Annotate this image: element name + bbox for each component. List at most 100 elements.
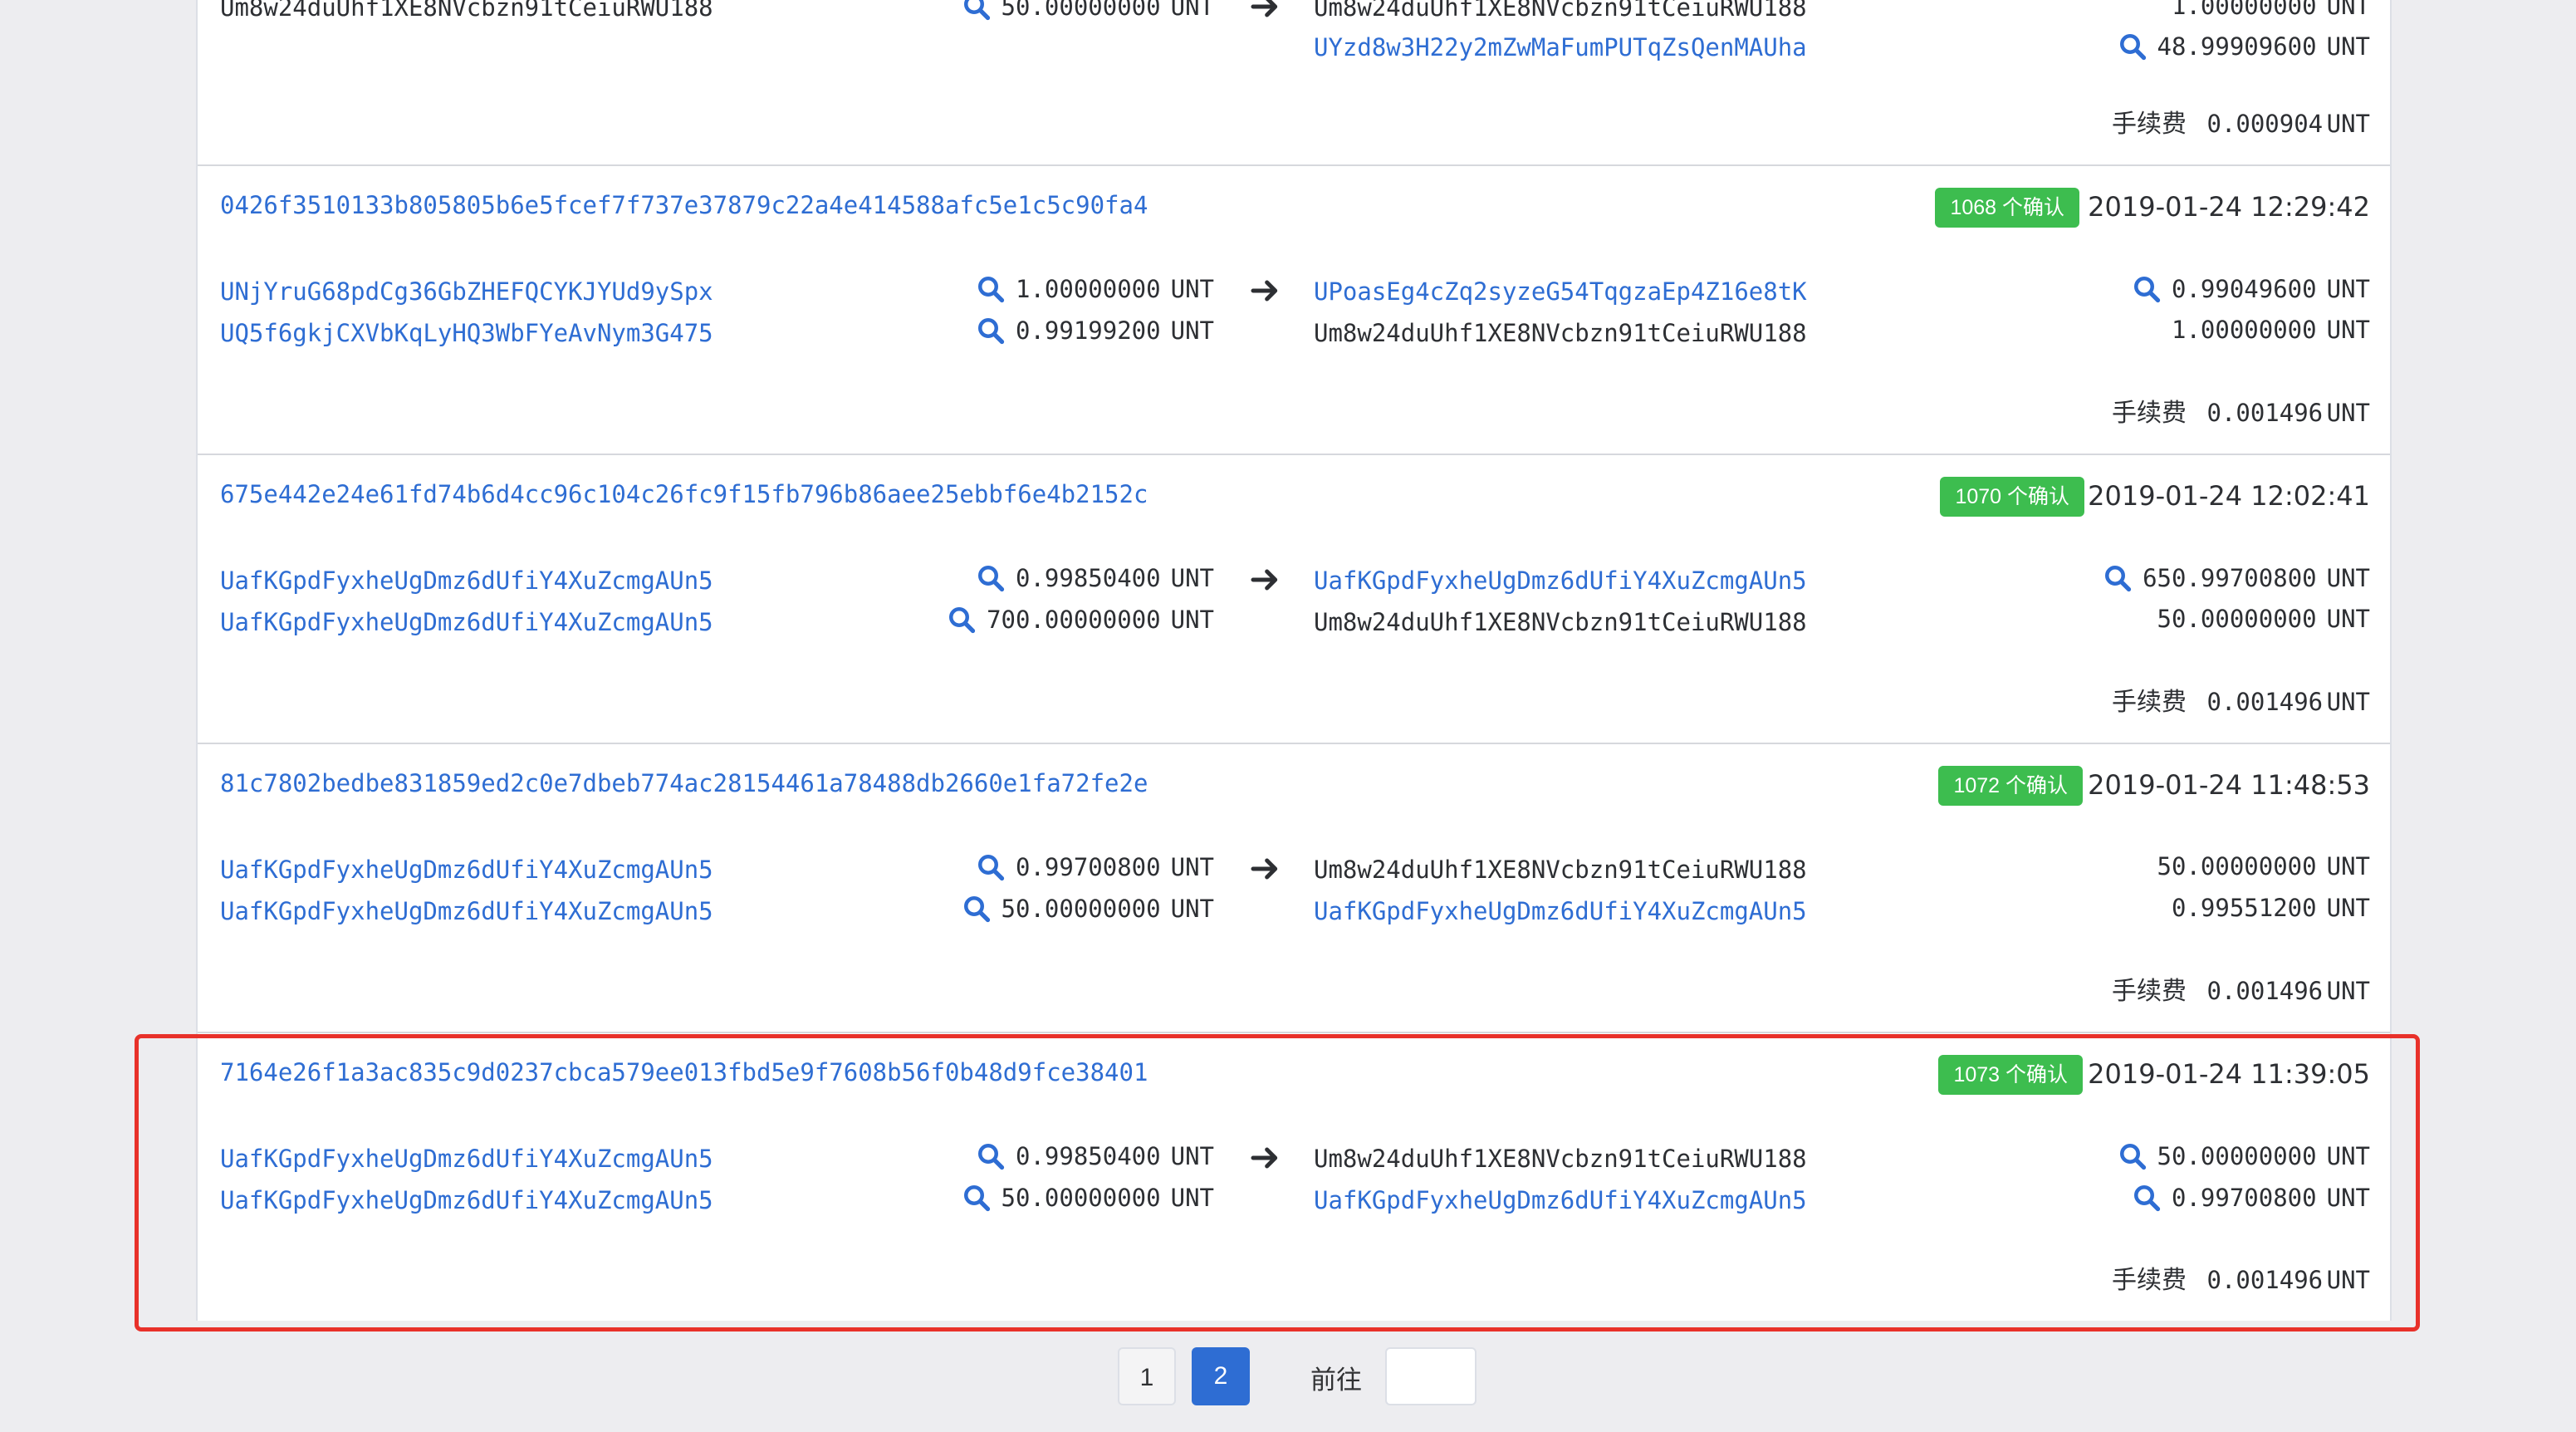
- input-amount: 1.00000000 UNT: [976, 274, 1214, 304]
- output-amount: 0.99049600 UNT: [2132, 274, 2370, 304]
- fee-value: 0.001496: [2206, 977, 2324, 1005]
- fee-value: 0.000904: [2206, 110, 2324, 138]
- currency-unit: UNT: [2326, 275, 2370, 303]
- input-amount: 50.00000000 UNT: [962, 0, 1214, 22]
- amount-value: 0.99700800: [1016, 853, 1161, 881]
- transaction-time: 2019-01-24 12:29:42: [2088, 191, 2370, 223]
- transaction-hash-link[interactable]: 0426f3510133b805805b6e5fcef7f737e37879c2…: [220, 191, 1148, 219]
- input-address-link[interactable]: UQ5f6gkjCXVbKqLyHQ3WbFYeAvNym3G475: [220, 319, 713, 347]
- amount-value: 1.00000000: [1016, 275, 1161, 303]
- page-1-button[interactable]: 1: [1118, 1347, 1176, 1405]
- input-amount: 700.00000000 UNT: [947, 605, 1214, 635]
- amount-value: 50.00000000: [1001, 895, 1161, 923]
- currency-unit: UNT: [2326, 605, 2370, 633]
- goto-label: 前往: [1310, 1366, 1362, 1395]
- output-amount: 1.00000000 UNT: [2172, 0, 2370, 20]
- currency-unit: UNT: [1170, 0, 1214, 21]
- fee-row: 手续费 0.001496 UNT: [2112, 681, 2370, 718]
- amount-value: 700.00000000: [987, 606, 1161, 634]
- highlight-box: [135, 1034, 2420, 1331]
- amount-value: 50.00000000: [1001, 0, 1161, 21]
- fee-value: 0.001496: [2206, 399, 2324, 427]
- output-address-link[interactable]: UafKGpdFyxheUgDmz6dUfiY4XuZcmgAUn5: [1314, 566, 1807, 595]
- input-amount: 0.99850400 UNT: [976, 563, 1214, 593]
- output-amount: 0.99551200 UNT: [2172, 894, 2370, 922]
- transaction-card: Um8w24duUhf1XE8NVcbzn91tCeiuRWU188 50.00…: [198, 0, 2390, 166]
- search-icon[interactable]: [2118, 32, 2147, 61]
- amount-value: 0.99199200: [1016, 316, 1161, 345]
- input-address-link[interactable]: UafKGpdFyxheUgDmz6dUfiY4XuZcmgAUn5: [220, 608, 713, 636]
- output-amount: 50.00000000 UNT: [2157, 852, 2370, 880]
- transaction-time: 2019-01-24 11:48:53: [2088, 769, 2370, 801]
- page-2-button[interactable]: 2: [1192, 1347, 1250, 1405]
- currency-unit: UNT: [2326, 0, 2370, 20]
- output-address: Um8w24duUhf1XE8NVcbzn91tCeiuRWU188: [1314, 608, 1807, 636]
- fee-row: 手续费 0.000904 UNT: [2112, 103, 2370, 140]
- currency-unit: UNT: [2326, 977, 2370, 1005]
- input-address-link[interactable]: UafKGpdFyxheUgDmz6dUfiY4XuZcmgAUn5: [220, 856, 713, 884]
- confirmations-badge: 1070 个确认: [1940, 477, 2084, 517]
- currency-unit: UNT: [2326, 399, 2370, 427]
- currency-unit: UNT: [2326, 894, 2370, 922]
- currency-unit: UNT: [2326, 564, 2370, 592]
- fee-value: 0.001496: [2206, 688, 2324, 716]
- input-address-link[interactable]: UafKGpdFyxheUgDmz6dUfiY4XuZcmgAUn5: [220, 566, 713, 595]
- arrow-right-icon: [1251, 0, 1278, 17]
- search-icon[interactable]: [2132, 274, 2162, 304]
- search-icon[interactable]: [962, 894, 992, 924]
- input-amount: 50.00000000 UNT: [962, 894, 1214, 924]
- goto-page-input[interactable]: [1385, 1347, 1477, 1405]
- search-icon[interactable]: [976, 274, 1006, 304]
- output-address-link[interactable]: UYzd8w3H22y2mZwMaFumPUTqZsQenMAUha: [1314, 33, 1807, 61]
- currency-unit: UNT: [2326, 688, 2370, 716]
- output-amount: 650.99700800 UNT: [2103, 563, 2370, 593]
- fee-label: 手续费: [2112, 110, 2187, 139]
- input-amount: 0.99199200 UNT: [976, 316, 1214, 346]
- output-address: Um8w24duUhf1XE8NVcbzn91tCeiuRWU188: [1314, 856, 1807, 884]
- search-icon[interactable]: [976, 852, 1006, 882]
- currency-unit: UNT: [1170, 606, 1214, 634]
- transaction-card: 675e442e24e61fd74b6d4cc96c104c26fc9f15fb…: [198, 455, 2390, 744]
- transaction-hash-link[interactable]: 81c7802bedbe831859ed2c0e7dbeb774ac281544…: [220, 769, 1148, 797]
- confirmations-badge: 1068 个确认: [1935, 188, 2079, 228]
- search-icon[interactable]: [976, 563, 1006, 593]
- amount-value: 650.99700800: [2143, 564, 2317, 592]
- amount-value: 0.99551200: [2172, 894, 2317, 922]
- amount-value: 50.00000000: [2157, 852, 2317, 880]
- output-amount: 50.00000000 UNT: [2157, 605, 2370, 633]
- input-amount: 0.99700800 UNT: [976, 852, 1214, 882]
- amount-value: 1.00000000: [2172, 316, 2317, 344]
- currency-unit: UNT: [1170, 564, 1214, 592]
- fee-row: 手续费 0.001496 UNT: [2112, 392, 2370, 429]
- currency-unit: UNT: [1170, 316, 1214, 345]
- search-icon[interactable]: [962, 0, 992, 22]
- input-address-link[interactable]: UafKGpdFyxheUgDmz6dUfiY4XuZcmgAUn5: [220, 897, 713, 925]
- transaction-hash-link[interactable]: 675e442e24e61fd74b6d4cc96c104c26fc9f15fb…: [220, 480, 1148, 508]
- currency-unit: UNT: [2326, 316, 2370, 344]
- transaction-card: 81c7802bedbe831859ed2c0e7dbeb774ac281544…: [198, 744, 2390, 1033]
- currency-unit: UNT: [2326, 852, 2370, 880]
- currency-unit: UNT: [2326, 32, 2370, 61]
- amount-value: 0.99850400: [1016, 564, 1161, 592]
- search-icon[interactable]: [2103, 563, 2133, 593]
- arrow-right-icon: [1251, 280, 1278, 302]
- fee-row: 手续费 0.001496 UNT: [2112, 970, 2370, 1007]
- fee-label: 手续费: [2112, 977, 2187, 1006]
- output-address-link[interactable]: UafKGpdFyxheUgDmz6dUfiY4XuZcmgAUn5: [1314, 897, 1807, 925]
- search-icon[interactable]: [947, 605, 977, 635]
- output-address-link[interactable]: UPoasEg4cZq2syzeG54TqgzaEp4Z16e8tK: [1314, 277, 1807, 306]
- output-address: Um8w24duUhf1XE8NVcbzn91tCeiuRWU188: [1314, 0, 1807, 22]
- search-icon[interactable]: [976, 316, 1006, 346]
- amount-value: 48.99909600: [2157, 32, 2317, 61]
- currency-unit: UNT: [1170, 853, 1214, 881]
- output-amount: 1.00000000 UNT: [2172, 316, 2370, 344]
- input-address-link[interactable]: UNjYruG68pdCg36GbZHEFQCYKJYUd9ySpx: [220, 277, 713, 306]
- arrow-right-icon: [1251, 858, 1278, 880]
- transaction-time: 2019-01-24 12:02:41: [2088, 480, 2370, 512]
- currency-unit: UNT: [2326, 110, 2370, 138]
- currency-unit: UNT: [1170, 275, 1214, 303]
- confirmations-badge: 1072 个确认: [1938, 766, 2083, 806]
- currency-unit: UNT: [1170, 895, 1214, 923]
- transaction-card: 0426f3510133b805805b6e5fcef7f737e37879c2…: [198, 166, 2390, 455]
- fee-label: 手续费: [2112, 688, 2187, 717]
